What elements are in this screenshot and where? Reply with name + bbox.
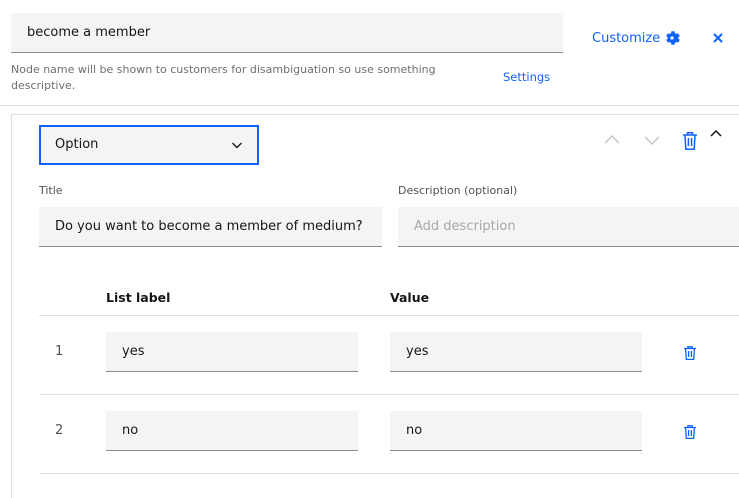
description-label: Description (optional)	[398, 184, 518, 197]
arrow-up-icon[interactable]	[603, 133, 621, 147]
arrow-down-icon[interactable]	[643, 133, 661, 147]
customize-button[interactable]: Customize	[592, 30, 681, 46]
title-input[interactable]: Do you want to become a member of medium…	[39, 207, 382, 247]
node-name-input[interactable]: become a member	[11, 13, 563, 53]
title-label: Title	[39, 184, 63, 197]
row-divider	[39, 315, 739, 316]
header-divider	[0, 105, 739, 106]
list-label-column-header: List label	[106, 290, 171, 305]
option-value-input[interactable]: yes	[390, 332, 642, 372]
row-divider	[39, 394, 739, 395]
description-input[interactable]: Add description	[398, 207, 739, 247]
trash-icon[interactable]	[682, 131, 698, 151]
value-column-header: Value	[390, 290, 430, 305]
collapse-icon[interactable]	[709, 128, 723, 138]
card-top-border	[11, 114, 739, 115]
option-label-input[interactable]: no	[106, 411, 358, 451]
node-name-helper-text: Node name will be shown to customers for…	[11, 63, 436, 92]
chevron-down-icon	[232, 142, 242, 149]
response-type-select[interactable]: Option	[39, 125, 259, 165]
option-index: 2	[55, 423, 64, 438]
card-left-border	[11, 114, 12, 498]
customize-label: Customize	[592, 30, 661, 46]
trash-icon[interactable]	[682, 424, 698, 440]
option-value-input[interactable]: no	[390, 411, 642, 451]
gear-icon	[666, 31, 681, 45]
option-label-input[interactable]: yes	[106, 332, 358, 372]
close-icon[interactable]	[710, 30, 726, 46]
trash-icon[interactable]	[682, 345, 698, 361]
settings-link[interactable]: Settings	[503, 70, 550, 84]
row-divider	[39, 473, 739, 474]
option-index: 1	[55, 344, 64, 359]
response-type-value: Option	[55, 137, 99, 152]
